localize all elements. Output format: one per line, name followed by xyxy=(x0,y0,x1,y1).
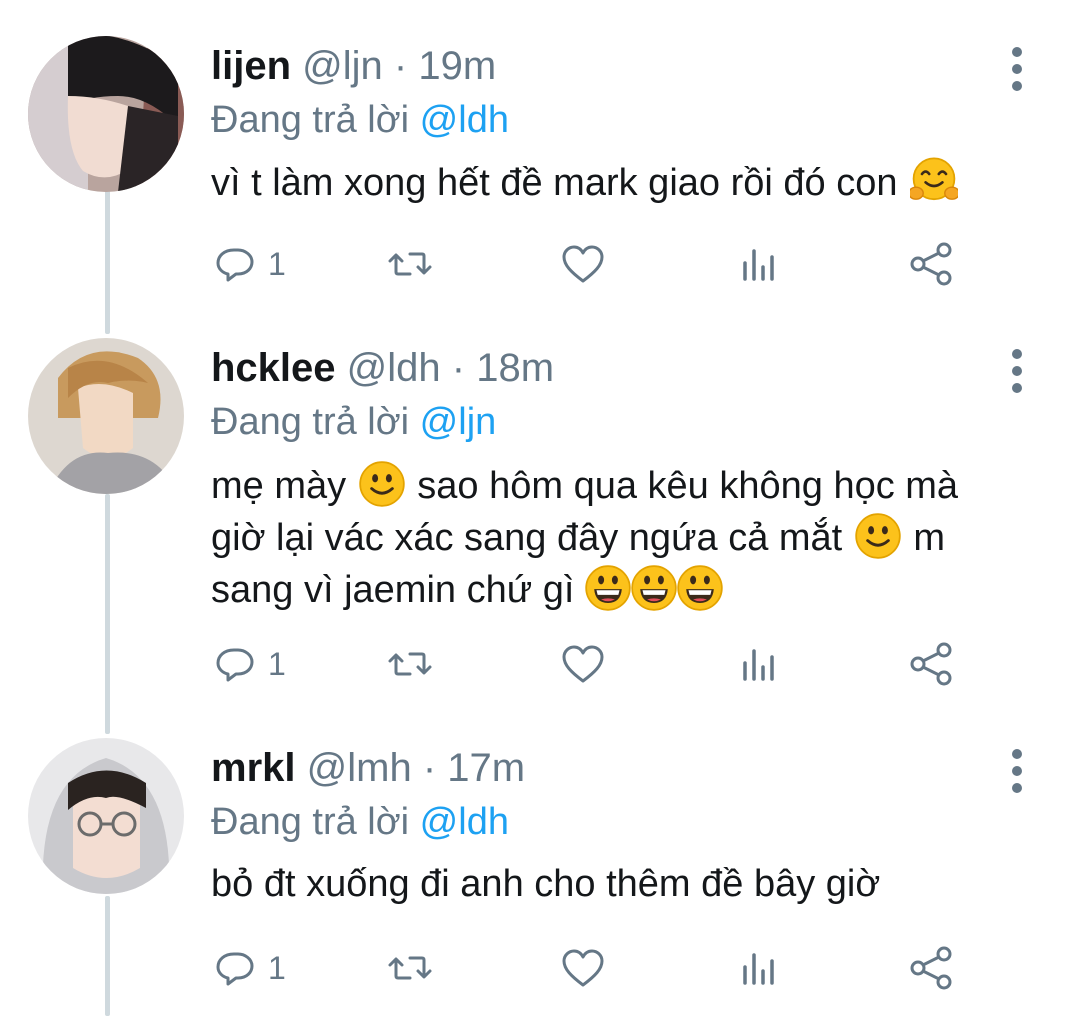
display-name[interactable]: hcklee xyxy=(211,346,336,390)
more-options-button[interactable] xyxy=(1002,346,1032,396)
more-vertical-icon xyxy=(1012,349,1022,393)
heart-icon xyxy=(562,245,604,283)
action-bar: 1 xyxy=(0,938,1080,998)
tweet-text-part: giờ lại vác xác sang đây ngứa cả mắt xyxy=(211,517,843,559)
action-bar: 1 xyxy=(0,634,1080,694)
retweet-button[interactable] xyxy=(386,234,434,294)
heart-icon xyxy=(562,949,604,987)
avatar[interactable] xyxy=(28,36,184,192)
slightly-smiling-face-emoji-icon xyxy=(358,461,405,507)
replying-to: Đang trả lời @ljn xyxy=(211,394,496,450)
replying-to: Đang trả lời @ldh xyxy=(211,794,509,850)
separator-dot: · xyxy=(422,746,437,790)
reply-tweet[interactable]: lijen @ljn · 19m Đang trả lời @ldh vì t … xyxy=(0,36,1080,316)
tweet-text: bỏ đt xuống đi anh cho thêm đề bây giờ xyxy=(211,858,1051,910)
more-vertical-icon xyxy=(1012,47,1022,91)
share-icon xyxy=(910,946,952,990)
user-handle: @lmh xyxy=(306,746,412,790)
grinning-face-emoji-icon xyxy=(631,565,677,611)
like-button[interactable] xyxy=(561,634,605,694)
display-name[interactable]: lijen xyxy=(211,44,291,88)
replying-to-label: Đang trả lời xyxy=(211,99,410,141)
mention-link[interactable]: @ldh xyxy=(420,99,509,141)
display-name[interactable]: mrkl xyxy=(211,746,296,790)
tweet-text-part: sang vì jaemin chứ gì xyxy=(211,569,575,611)
replying-to: Đang trả lời @ldh xyxy=(211,92,509,148)
avatar[interactable] xyxy=(28,338,184,494)
reply-button[interactable]: 1 xyxy=(214,938,286,998)
reply-count: 1 xyxy=(268,645,286,682)
hugging-face-emoji-icon xyxy=(910,157,959,201)
tweet-text: mẹ mày sao hôm qua kêu không học mà giờ … xyxy=(211,460,1051,616)
reply-count: 1 xyxy=(268,245,286,282)
heart-icon xyxy=(562,645,604,683)
user-handle: @ldh xyxy=(346,346,441,390)
reply-tweet[interactable]: mrkl @lmh · 17m Đang trả lời @ldh bỏ đt … xyxy=(0,738,1080,1016)
action-bar: 1 xyxy=(0,234,1080,294)
share-button[interactable] xyxy=(909,634,953,694)
tweet-header: mrkl @lmh · 17m xyxy=(211,738,525,798)
analytics-icon xyxy=(743,953,774,985)
retweet-icon xyxy=(388,956,432,980)
reply-icon xyxy=(216,248,254,282)
tweet-text-part: sao hôm qua kêu không học mà xyxy=(417,465,959,507)
replying-to-label: Đang trả lời xyxy=(211,401,410,443)
mention-link[interactable]: @ldh xyxy=(420,801,509,843)
slightly-smiling-face-emoji-icon xyxy=(854,513,901,559)
more-options-button[interactable] xyxy=(1002,44,1032,94)
replying-to-label: Đang trả lời xyxy=(211,801,410,843)
avatar[interactable] xyxy=(28,738,184,894)
grinning-face-emoji-icon xyxy=(585,565,631,611)
more-options-button[interactable] xyxy=(1002,746,1032,796)
reply-count: 1 xyxy=(268,949,286,986)
more-vertical-icon xyxy=(1012,749,1022,793)
separator-dot: · xyxy=(393,44,408,88)
reply-button[interactable]: 1 xyxy=(214,234,286,294)
retweet-button[interactable] xyxy=(386,634,434,694)
share-button[interactable] xyxy=(909,938,953,998)
retweet-button[interactable] xyxy=(386,938,434,998)
tweet-text-part: m xyxy=(913,517,946,559)
analytics-button[interactable] xyxy=(739,234,779,294)
tweet-header: lijen @ljn · 19m xyxy=(211,36,496,96)
analytics-icon xyxy=(743,649,774,681)
reply-icon xyxy=(216,648,254,682)
analytics-icon xyxy=(743,249,774,281)
tweet-text-part: mẹ mày xyxy=(211,465,347,507)
grinning-face-emoji-icon xyxy=(677,565,723,611)
separator-dot: · xyxy=(451,346,466,390)
like-button[interactable] xyxy=(561,234,605,294)
timestamp[interactable]: 17m xyxy=(447,746,525,790)
tweet-header: hcklee @ldh · 18m xyxy=(211,338,554,398)
reply-button[interactable]: 1 xyxy=(214,634,286,694)
tweet-text-part: vì t làm xong hết đề mark giao rồi đó co… xyxy=(211,162,898,204)
share-icon xyxy=(910,642,952,686)
mention-link[interactable]: @ljn xyxy=(420,401,497,443)
timestamp[interactable]: 18m xyxy=(476,346,554,390)
reply-icon xyxy=(216,952,254,986)
timestamp[interactable]: 19m xyxy=(418,44,496,88)
analytics-button[interactable] xyxy=(739,938,779,998)
share-button[interactable] xyxy=(909,234,953,294)
like-button[interactable] xyxy=(561,938,605,998)
tweet-text: vì t làm xong hết đề mark giao rồi đó co… xyxy=(211,156,1051,209)
analytics-button[interactable] xyxy=(739,634,779,694)
retweet-icon xyxy=(388,252,432,276)
tweet-text-part: bỏ đt xuống đi anh cho thêm đề bây giờ xyxy=(211,863,881,905)
reply-tweet[interactable]: hcklee @ldh · 18m Đang trả lời @ljn mẹ m… xyxy=(0,338,1080,718)
user-handle: @ljn xyxy=(302,44,383,88)
retweet-icon xyxy=(388,652,432,676)
share-icon xyxy=(910,242,952,286)
